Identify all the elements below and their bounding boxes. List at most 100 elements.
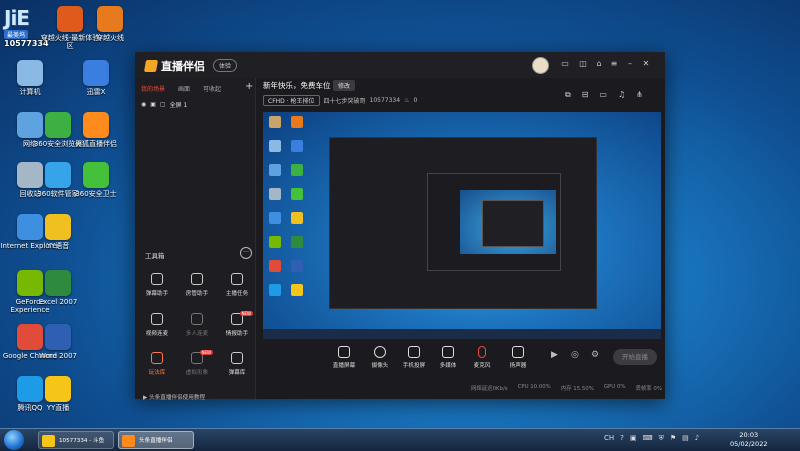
desktop-icon-label: 计算机	[19, 88, 41, 96]
tool-barrage-library[interactable]: 弹幕库	[217, 352, 257, 376]
tool-anchor-task[interactable]: 主播任务	[217, 273, 257, 297]
desktop-icon[interactable]: YY语音	[28, 214, 88, 250]
tool-barrage-assistant[interactable]: 弹幕助手	[137, 273, 177, 297]
flag-icon[interactable]: ⚑	[670, 434, 676, 443]
language-indicator[interactable]: CH	[604, 434, 614, 443]
add-scene-icon[interactable]: +	[245, 81, 253, 92]
preview-icon	[269, 212, 281, 224]
lock-icon[interactable]: ▣	[150, 101, 156, 108]
tools-more-icon[interactable]: ···	[240, 247, 252, 259]
tool-label: 虚拟形象	[185, 370, 209, 376]
tool-label: 主播任务	[225, 291, 249, 297]
desktop-icon-label: Word 2007	[38, 352, 78, 360]
control-label: 麦克风	[473, 363, 491, 369]
control-label: 扬声器	[509, 363, 527, 369]
cast-icon[interactable]: ▭	[599, 90, 607, 100]
app-tray-icon[interactable]: ▣	[630, 434, 637, 443]
multimedia-icon	[442, 346, 454, 358]
tool-multi-connect[interactable]: 多人连麦	[177, 313, 217, 337]
volume-icon[interactable]: ♪	[695, 434, 699, 443]
desktop-icon-label: 迅雷X	[86, 88, 106, 96]
edit-title-button[interactable]: 修改	[333, 80, 356, 91]
tool-game-library[interactable]: 玩法库	[137, 352, 177, 376]
header-tools: ⧉ ⊟ ▭ ♫ ⋔	[565, 90, 643, 100]
tab-collapsible[interactable]: 可收起	[203, 84, 221, 93]
minimize-icon[interactable]: –	[625, 59, 635, 69]
record-icon[interactable]: ▶	[551, 350, 558, 360]
microphone-button[interactable]: 麦克风	[465, 346, 499, 369]
preview-icon	[269, 116, 281, 128]
start-live-button[interactable]: 开始直播	[613, 349, 657, 365]
tool-label: 房管助手	[185, 291, 209, 297]
bell-icon[interactable]: ♫	[618, 90, 625, 100]
start-button[interactable]	[4, 430, 24, 450]
taskbar-item-douyu[interactable]: 10577334 - 斗鱼	[38, 431, 114, 449]
xunlei-icon	[83, 60, 109, 86]
camera-small-icon[interactable]: ◎	[571, 350, 579, 360]
shield-icon[interactable]: ⛨	[659, 434, 664, 443]
app-brand: 直播伴侣	[143, 58, 205, 74]
crossfire-icon	[97, 6, 123, 32]
version-badge[interactable]: 体验	[213, 59, 238, 72]
tool-video-connect[interactable]: 视频连麦	[137, 313, 177, 337]
desktop-icon[interactable]: 计算机	[0, 60, 60, 96]
desktop-icon[interactable]: 360安全卫士	[66, 162, 126, 198]
desktop-icon[interactable]: Word 2007	[28, 324, 88, 360]
microphone-icon	[478, 346, 486, 358]
shirt-icon[interactable]: ⌂	[594, 59, 604, 69]
preview-icon	[291, 164, 303, 176]
stream-preview[interactable]	[263, 112, 661, 339]
user-avatar[interactable]	[532, 57, 549, 74]
copy-icon[interactable]: ⧉	[565, 90, 571, 100]
network-tray-icon[interactable]: ▤	[682, 434, 689, 443]
desktop-icon[interactable]: Excel 2007	[28, 270, 88, 306]
settings-icon[interactable]: ⚙	[591, 350, 599, 360]
speaker-button[interactable]: 扬声器	[501, 346, 535, 369]
tutorial-link[interactable]: ▶ 头条直播伴侣使用教程	[143, 393, 205, 401]
share-icon[interactable]: ⋔	[636, 90, 643, 100]
new-badge: NEW	[199, 350, 213, 355]
fans-count: 0	[413, 97, 418, 104]
control-label: 手机投屏	[402, 363, 426, 369]
system-tray: CH ? ▣ ⌨ ⛨ ⚑ ▤ ♪	[604, 434, 699, 443]
message-icon[interactable]: ▭	[560, 59, 570, 69]
game-library-icon	[151, 352, 163, 364]
barrage-assistant-icon	[151, 273, 163, 285]
scene-item[interactable]: ◉ ▣ ▢ 全屏 1	[141, 100, 187, 109]
desktop-icon[interactable]: YY直播	[28, 376, 88, 412]
tool-label: 玩法库	[148, 370, 166, 376]
help-icon[interactable]: ?	[620, 434, 624, 443]
preview-nested-window-3	[482, 200, 544, 247]
preview-icon	[291, 140, 303, 152]
desktop-icon[interactable]: 迅雷X	[66, 60, 126, 96]
status-item: CPU 10.00%	[517, 384, 551, 390]
eye-icon[interactable]: ◉	[141, 101, 146, 108]
category-badge[interactable]: CFHD · 枪王排位	[263, 95, 320, 106]
lock-screen-icon[interactable]: ⊟	[582, 90, 589, 100]
room-manager-icon	[191, 273, 203, 285]
desktop-icon[interactable]: 穿越火线	[80, 6, 140, 42]
tool-virtual-avatar[interactable]: 虚拟形象 NEW	[177, 350, 217, 376]
phone-cast-button[interactable]: 手机投屏	[397, 346, 431, 369]
gift-icon[interactable]: ◫	[578, 59, 588, 69]
app-title: 直播伴侣	[161, 60, 205, 73]
keyboard-icon[interactable]: ⌨	[643, 434, 653, 443]
clock[interactable]: 20:03 05/02/2022	[730, 431, 767, 449]
title-bar: 直播伴侣 体验 ▭ ◫ ⌂ ≡ – ✕	[135, 52, 665, 78]
multimedia-button[interactable]: 多媒体	[431, 346, 465, 369]
taskbar-item-live-assistant[interactable]: 头条直播伴侣	[118, 431, 194, 449]
new-badge: NEW	[239, 311, 253, 316]
close-icon[interactable]: ✕	[641, 59, 651, 69]
tab-scenes[interactable]: 我的场景	[141, 84, 165, 93]
screen-capture-button[interactable]: 直播屏幕	[327, 346, 361, 369]
tool-room-manager[interactable]: 房管助手	[177, 273, 217, 297]
app-logo-icon	[143, 60, 159, 72]
room-id: 10577334	[369, 97, 401, 104]
tool-intel-assistant[interactable]: 情报助手 NEW	[217, 311, 257, 337]
control-label: 摄像头	[371, 363, 389, 369]
tab-picture[interactable]: 画面	[178, 84, 190, 93]
camera-button[interactable]: 摄像头	[363, 346, 397, 369]
menu-icon[interactable]: ≡	[609, 59, 619, 69]
desktop-icon[interactable]: 火狐直播伴侣	[66, 112, 126, 148]
preview-icon	[291, 236, 303, 248]
